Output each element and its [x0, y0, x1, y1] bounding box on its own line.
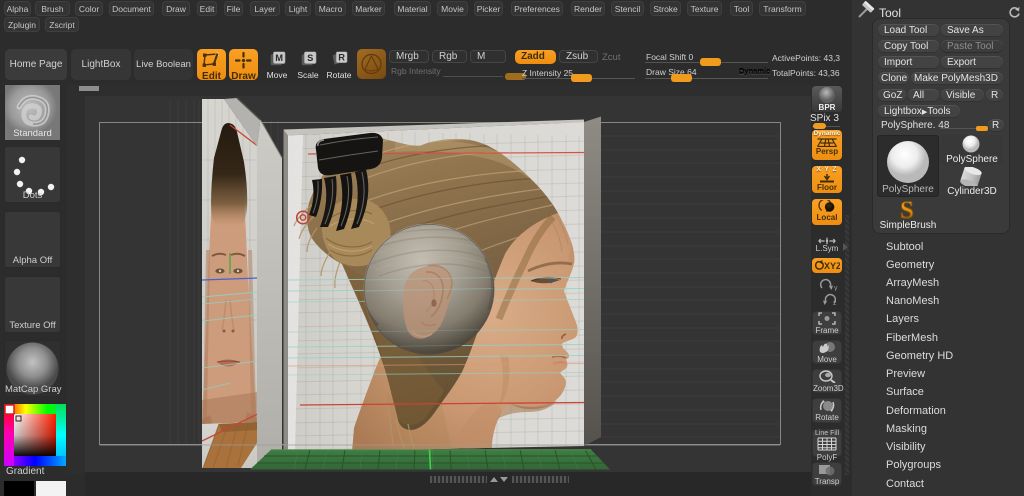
svg-text:S: S: [900, 200, 914, 219]
svg-text:M: M: [275, 53, 283, 63]
svg-text:R: R: [338, 53, 345, 63]
svg-text:y: y: [834, 285, 838, 291]
svg-text:XYZ: XYZ: [824, 261, 840, 271]
svg-text:z: z: [833, 300, 837, 306]
svg-text:S: S: [307, 53, 313, 63]
